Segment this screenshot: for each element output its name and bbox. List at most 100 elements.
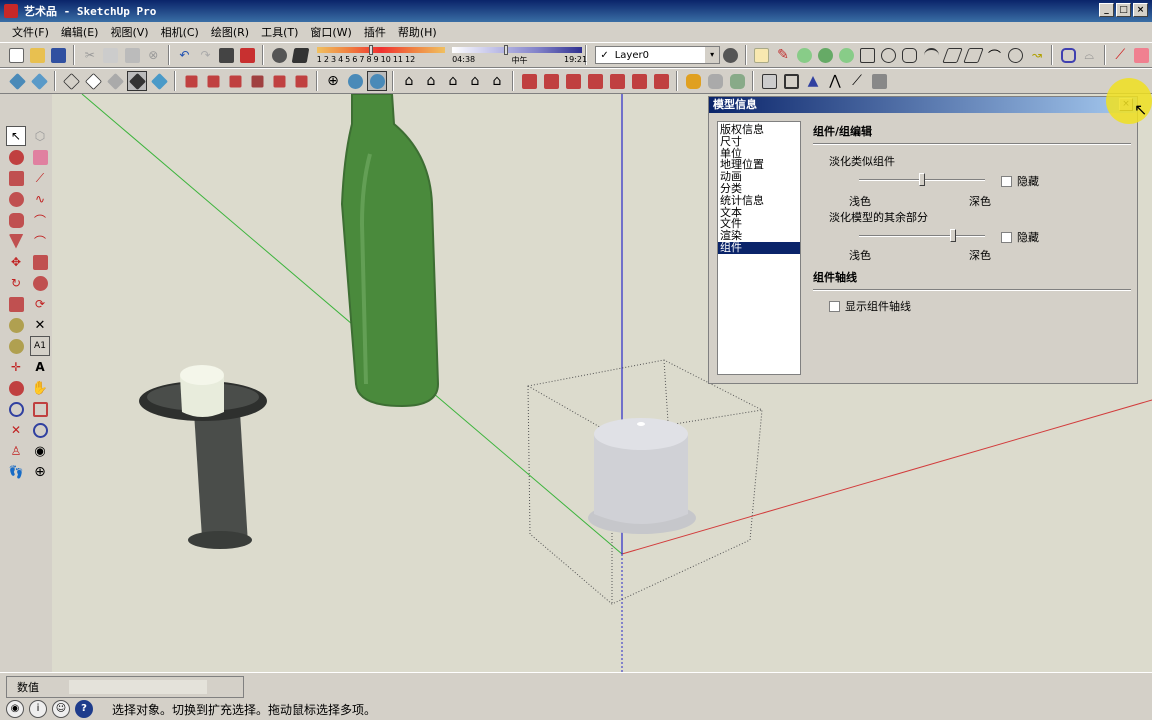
chevron-down-icon[interactable]: ▾: [705, 47, 720, 63]
dimension-icon[interactable]: ✕: [30, 315, 50, 335]
house-5-icon[interactable]: ⌂: [487, 71, 507, 91]
dynamic-comp-6-icon[interactable]: [629, 71, 649, 91]
hide-rest-checkbox[interactable]: [1001, 231, 1012, 243]
menu-plugins[interactable]: 插件: [358, 24, 392, 40]
menu-help[interactable]: 帮助(H): [392, 24, 443, 40]
menu-file[interactable]: 文件(F): [6, 24, 55, 40]
show-axes-checkbox[interactable]: [829, 300, 840, 312]
cube-wire-icon[interactable]: [781, 71, 801, 91]
shadow-month-slider[interactable]: 1 2 3 4 5 6 7 8 9 10 11 12: [316, 45, 446, 65]
open-file-icon[interactable]: [28, 45, 47, 65]
follow-me-icon[interactable]: [30, 273, 50, 293]
zoom-window-icon[interactable]: [30, 399, 50, 419]
shadow-toggle-icon[interactable]: [269, 45, 288, 65]
back-view-icon[interactable]: [269, 71, 289, 91]
sandbox-1-icon[interactable]: [795, 45, 814, 65]
list-item[interactable]: 分类: [718, 183, 800, 195]
layer-manager-icon[interactable]: [721, 45, 740, 65]
component-green-icon[interactable]: [727, 71, 747, 91]
arc-small-icon[interactable]: [922, 45, 941, 65]
text-bubble-icon[interactable]: [752, 45, 771, 65]
eraser-icon[interactable]: [30, 147, 50, 167]
hidden-line-icon[interactable]: [83, 71, 103, 91]
eraser-red-icon[interactable]: [1132, 45, 1151, 65]
left-view-icon[interactable]: [291, 71, 311, 91]
top-view-icon[interactable]: [203, 71, 223, 91]
shape2-icon[interactable]: ⌓: [1080, 45, 1099, 65]
shaded-texture-icon[interactable]: [127, 71, 147, 91]
polygon-small-icon[interactable]: [900, 45, 919, 65]
layer-dropdown[interactable]: ✓ Layer0 ▾: [595, 46, 721, 64]
push-pull-icon[interactable]: [30, 252, 50, 272]
line-icon[interactable]: ⟋: [30, 168, 50, 188]
freehand-icon[interactable]: ↝: [1027, 45, 1046, 65]
slider-thumb[interactable]: [950, 229, 957, 242]
cut-icon[interactable]: ✂: [80, 45, 99, 65]
arc-icon[interactable]: ∿: [30, 189, 50, 209]
front-view-icon[interactable]: [225, 71, 245, 91]
list-item-selected[interactable]: 组件: [718, 242, 800, 254]
orbit-icon[interactable]: [6, 378, 26, 398]
text-icon[interactable]: A1: [30, 336, 50, 356]
dynamic-comp-5-icon[interactable]: [607, 71, 627, 91]
freehand-draw-icon[interactable]: ⌒: [30, 210, 50, 230]
walk-icon[interactable]: 👣: [6, 462, 26, 482]
curve-icon[interactable]: ⌒: [985, 45, 1004, 65]
polygon-icon[interactable]: [6, 210, 26, 230]
zoom-extents-icon[interactable]: ✕: [6, 420, 26, 440]
fog-icon[interactable]: [291, 45, 310, 65]
menu-window[interactable]: 窗口(W): [304, 24, 357, 40]
menu-view[interactable]: 视图(V): [104, 24, 154, 40]
tape-measure-icon[interactable]: [6, 315, 26, 335]
menu-draw[interactable]: 绘图(R): [205, 24, 255, 40]
close-button[interactable]: ×: [1133, 3, 1148, 17]
rotated-rect-icon[interactable]: [963, 45, 984, 65]
3d-text-icon[interactable]: A: [30, 357, 50, 377]
save-icon[interactable]: [49, 45, 68, 65]
scale-icon[interactable]: [6, 294, 26, 314]
green-bottle[interactable]: [340, 94, 440, 408]
print-icon[interactable]: [217, 45, 236, 65]
zoom-icon[interactable]: [6, 399, 26, 419]
sandbox-lines-icon[interactable]: ⋀: [825, 71, 845, 91]
user-icon[interactable]: ☺: [52, 700, 70, 718]
select-arrow-icon[interactable]: ↖: [6, 126, 26, 146]
fade-similar-slider[interactable]: [859, 173, 985, 186]
selected-component[interactable]: [527, 359, 763, 605]
shape-icon[interactable]: [1058, 45, 1077, 65]
sandbox-3-icon[interactable]: [837, 45, 856, 65]
dynamic-comp-4-icon[interactable]: [585, 71, 605, 91]
hide-similar-checkbox[interactable]: [1001, 175, 1012, 187]
pan-icon[interactable]: ✋: [30, 378, 50, 398]
pencil-icon[interactable]: ✎: [773, 45, 792, 65]
redo-icon[interactable]: ↷: [196, 45, 215, 65]
house-3-icon[interactable]: ⌂: [443, 71, 463, 91]
dynamic-comp-2-icon[interactable]: [541, 71, 561, 91]
wireframe-icon[interactable]: [61, 71, 81, 91]
slider-thumb[interactable]: [919, 173, 925, 186]
copy-icon[interactable]: [101, 45, 120, 65]
axes-icon[interactable]: ✛: [6, 357, 26, 377]
list-item[interactable]: 尺寸: [718, 135, 800, 148]
cube-icon[interactable]: [759, 71, 779, 91]
section-fill-icon[interactable]: [367, 71, 387, 91]
rectangle-small-icon[interactable]: [858, 45, 877, 65]
new-file-icon[interactable]: [7, 45, 26, 65]
house-2-icon[interactable]: ⌂: [421, 71, 441, 91]
shadow-time-slider[interactable]: 04:38 中午 19:21: [452, 45, 587, 65]
fade-rest-slider[interactable]: [859, 229, 985, 242]
geo-location-icon[interactable]: ◉: [6, 700, 24, 718]
erase-icon[interactable]: ⊗: [144, 45, 163, 65]
model-info-icon[interactable]: [238, 45, 257, 65]
move-icon[interactable]: ✥: [6, 252, 26, 272]
rotate-icon[interactable]: ↻: [6, 273, 26, 293]
house-4-icon[interactable]: ⌂: [465, 71, 485, 91]
dynamic-comp-3-icon[interactable]: [563, 71, 583, 91]
house-1-icon[interactable]: ⌂: [399, 71, 419, 91]
right-view-icon[interactable]: [247, 71, 267, 91]
loop-icon[interactable]: [1006, 45, 1025, 65]
iso-view-icon[interactable]: [181, 71, 201, 91]
undo-icon[interactable]: ↶: [175, 45, 194, 65]
sandbox-peak-icon[interactable]: ▲: [803, 71, 823, 91]
menu-edit[interactable]: 编辑(E): [55, 24, 105, 40]
